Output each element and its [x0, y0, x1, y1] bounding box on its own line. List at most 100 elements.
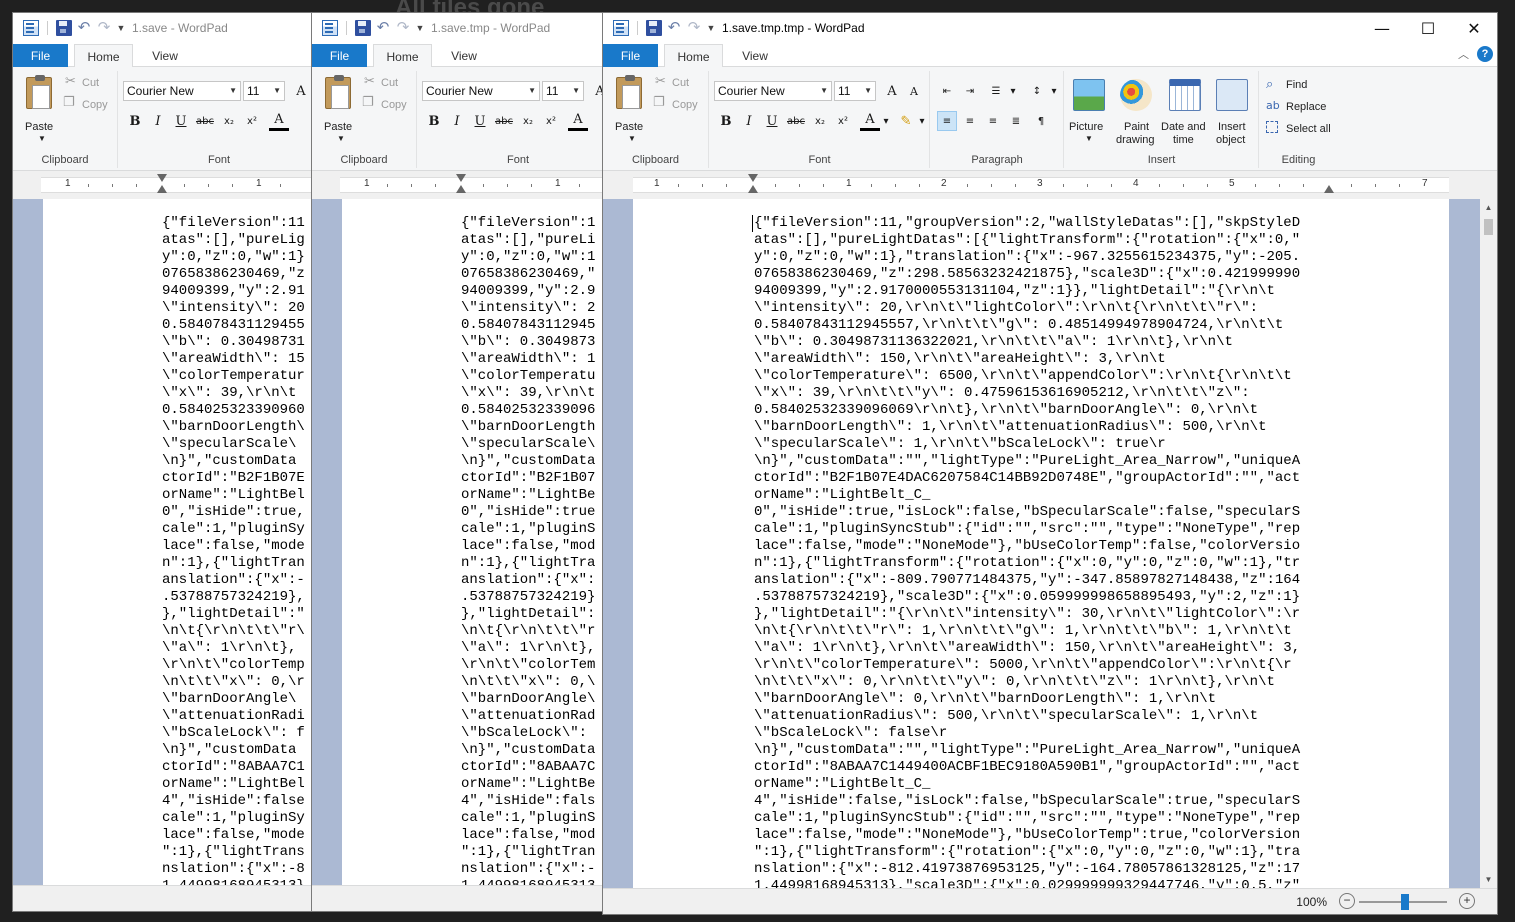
font-size-select[interactable]: 11 ▼	[243, 81, 285, 101]
tab-home[interactable]: Home	[74, 44, 133, 68]
redo-icon[interactable]: ↷	[686, 20, 702, 36]
undo-icon[interactable]: ↶	[76, 20, 92, 36]
close-button[interactable]: ✕	[1451, 13, 1497, 43]
align-center-icon[interactable]: ≡	[960, 111, 980, 131]
scrollbar-thumb[interactable]	[1484, 219, 1493, 235]
insert-object-label-2[interactable]: object	[1216, 134, 1245, 146]
tab-home[interactable]: Home	[373, 44, 432, 68]
tab-home[interactable]: Home	[664, 44, 723, 68]
tab-view[interactable]: View	[439, 44, 489, 68]
tab-file[interactable]: File	[312, 44, 367, 67]
copy-button[interactable]: Copy	[82, 99, 108, 111]
first-line-indent-marker[interactable]	[748, 174, 758, 182]
chevron-down-icon[interactable]: ▾	[912, 111, 932, 131]
superscript-icon[interactable]: x²	[242, 111, 262, 131]
underline-icon[interactable]: U	[171, 111, 191, 131]
left-indent-marker[interactable]	[157, 185, 167, 193]
cut-button[interactable]: Cut	[381, 77, 398, 89]
left-indent-marker[interactable]	[748, 185, 758, 193]
paste-dropdown-icon[interactable]: ▼	[337, 134, 345, 143]
font-size-select[interactable]: 11 ▼	[542, 81, 584, 101]
customize-toolbar-icon[interactable]: ▼	[706, 23, 716, 33]
document-page[interactable]: {"fileVersion":11,"groupVersion":2,"wall…	[633, 199, 1449, 888]
title-bar[interactable]: ↶ ↷ ▼ 1.save.tmp.tmp - WordPad — ☐ ✕	[603, 13, 1497, 43]
justify-icon[interactable]: ≣	[1006, 111, 1026, 131]
wordpad-window-1[interactable]: ↶ ↷ ▼ 1.save - WordPad File Home View Pa…	[12, 12, 312, 912]
ruler[interactable]: 1 1	[312, 172, 610, 198]
maximize-button[interactable]: ☐	[1405, 13, 1451, 43]
save-icon[interactable]	[355, 20, 371, 36]
superscript-icon[interactable]: x²	[541, 111, 561, 131]
paste-icon[interactable]	[26, 75, 52, 109]
undo-icon[interactable]: ↶	[375, 20, 391, 36]
document-text[interactable]: {"fileVersion":11,"groupVersion":2,"wall…	[754, 215, 1300, 888]
wordpad-window-3[interactable]: ↶ ↷ ▼ 1.save.tmp.tmp - WordPad — ☐ ✕ Fil…	[602, 12, 1498, 915]
document-text[interactable]: {"fileVersion":11 atas":[],"pureLig y":0,"…	[162, 215, 305, 885]
paint-drawing-icon[interactable]	[1120, 79, 1152, 111]
picture-button[interactable]: Picture	[1069, 121, 1103, 133]
decrease-indent-icon[interactable]: ⇤	[937, 81, 957, 101]
title-bar[interactable]: ↶ ↷ ▼ 1.save - WordPad	[13, 13, 311, 43]
italic-icon[interactable]: I	[739, 111, 759, 131]
align-left-icon[interactable]: ≡	[937, 111, 957, 131]
wordpad-app-icon[interactable]	[322, 20, 338, 36]
select-all-button[interactable]: Select all	[1286, 123, 1331, 135]
font-family-select[interactable]: Courier New ▼	[422, 81, 540, 101]
bold-icon[interactable]: B	[716, 111, 736, 131]
bold-icon[interactable]: B	[424, 111, 444, 131]
paint-drawing-label-2[interactable]: drawing	[1116, 134, 1155, 146]
find-button[interactable]: Find	[1286, 79, 1307, 91]
picture-icon[interactable]	[1073, 79, 1105, 111]
subscript-icon[interactable]: x₂	[219, 111, 239, 131]
increase-indent-icon[interactable]: ⇥	[960, 81, 980, 101]
text-color-icon[interactable]: A	[568, 111, 588, 131]
wordpad-app-icon[interactable]	[23, 20, 39, 36]
customize-toolbar-icon[interactable]: ▼	[415, 23, 425, 33]
paste-dropdown-icon[interactable]: ▼	[38, 134, 46, 143]
paste-button[interactable]: Paste	[615, 121, 643, 133]
first-line-indent-marker[interactable]	[456, 174, 466, 182]
subscript-icon[interactable]: x₂	[518, 111, 538, 131]
paste-button[interactable]: Paste	[324, 121, 352, 133]
underline-icon[interactable]: U	[470, 111, 490, 131]
subscript-icon[interactable]: x₂	[810, 111, 830, 131]
help-icon[interactable]: ?	[1477, 46, 1493, 62]
redo-icon[interactable]: ↷	[395, 20, 411, 36]
copy-button[interactable]: Copy	[381, 99, 407, 111]
chevron-down-icon[interactable]: ▾	[876, 111, 896, 131]
zoom-out-button[interactable]: −	[1339, 893, 1355, 909]
right-indent-marker[interactable]	[1324, 185, 1334, 193]
grow-font-icon[interactable]: A	[291, 81, 311, 101]
save-icon[interactable]	[646, 20, 662, 36]
paste-button[interactable]: Paste	[25, 121, 53, 133]
paste-icon[interactable]	[616, 75, 642, 109]
italic-icon[interactable]: I	[148, 111, 168, 131]
wordpad-app-icon[interactable]	[613, 20, 629, 36]
text-color-icon[interactable]: A	[269, 111, 289, 131]
cut-button[interactable]: Cut	[82, 77, 99, 89]
date-time-label-2[interactable]: time	[1173, 134, 1194, 146]
tab-view[interactable]: View	[140, 44, 190, 68]
zoom-in-button[interactable]: +	[1459, 893, 1475, 909]
font-family-select[interactable]: Courier New ▼	[714, 81, 832, 101]
redo-icon[interactable]: ↷	[96, 20, 112, 36]
customize-toolbar-icon[interactable]: ▼	[116, 23, 126, 33]
chevron-down-icon[interactable]: ▼	[1085, 134, 1093, 143]
paragraph-settings-icon[interactable]: ¶	[1031, 111, 1051, 131]
strikethrough-icon[interactable]: abc	[494, 111, 514, 131]
ruler[interactable]: 1 1 2 3 4 5 7	[603, 172, 1497, 198]
chevron-down-icon[interactable]: ▾	[1044, 81, 1064, 101]
calendar-icon[interactable]	[1169, 79, 1201, 111]
cut-button[interactable]: Cut	[672, 77, 689, 89]
insert-object-label-1[interactable]: Insert	[1218, 121, 1246, 133]
zoom-slider-thumb[interactable]	[1401, 894, 1409, 910]
copy-button[interactable]: Copy	[672, 99, 698, 111]
superscript-icon[interactable]: x²	[833, 111, 853, 131]
paste-icon[interactable]	[325, 75, 351, 109]
strikethrough-icon[interactable]: abc	[195, 111, 215, 131]
grow-font-icon[interactable]: A	[882, 81, 902, 101]
minimize-button[interactable]: —	[1359, 13, 1405, 43]
underline-icon[interactable]: U	[762, 111, 782, 131]
ruler[interactable]: 1 1	[13, 172, 311, 198]
first-line-indent-marker[interactable]	[157, 174, 167, 182]
